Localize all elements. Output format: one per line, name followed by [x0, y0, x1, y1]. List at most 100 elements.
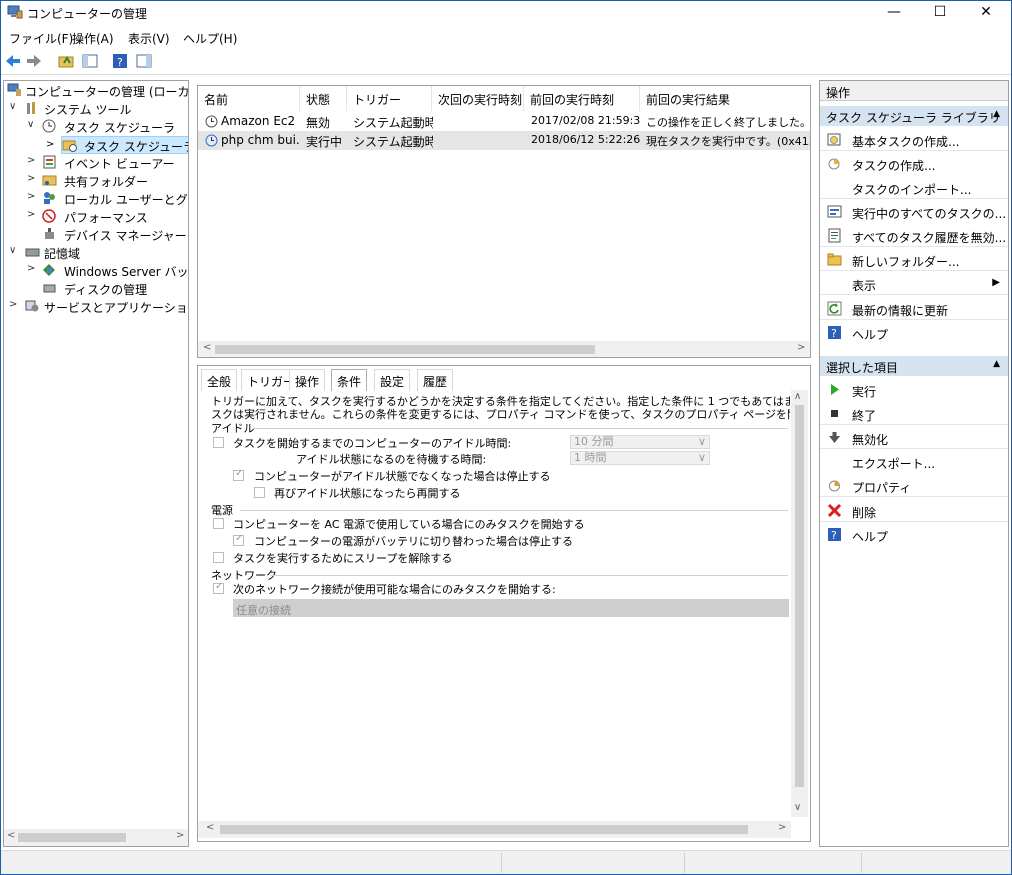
column-header-name[interactable]: 名前 — [198, 86, 300, 111]
action-import-task[interactable]: タスクのインポート... — [820, 177, 1008, 199]
action-help[interactable]: ? ヘルプ — [820, 322, 1008, 344]
tab-history[interactable]: 履歴 — [417, 369, 454, 391]
power-wake-label: タスクを実行するためにスリープを解除する — [233, 552, 453, 565]
tree-item-storage[interactable]: ∨ 記憶域 — [4, 244, 188, 262]
scrollbar-thumb[interactable] — [18, 833, 126, 842]
tab-general[interactable]: 全般 — [201, 369, 238, 391]
forward-arrow-icon[interactable] — [25, 52, 43, 70]
submenu-arrow-icon: ▶ — [992, 277, 1000, 288]
tree-horizontal-scrollbar[interactable]: < > — [4, 829, 188, 846]
tree-item-device-manager[interactable]: デバイス マネージャー — [4, 226, 188, 244]
tree-item-system-tools[interactable]: ∨ システム ツール — [4, 100, 188, 118]
tab-conditions[interactable]: 条件 — [331, 369, 368, 391]
section-header-selected-item[interactable]: 選択した項目 ▲ — [820, 356, 1008, 376]
collapse-caret-icon[interactable]: ▲ — [993, 359, 1000, 369]
action-end[interactable]: 終了 — [820, 403, 1008, 425]
column-header-last-result[interactable]: 前回の実行結果 — [640, 86, 810, 111]
column-header-status[interactable]: 状態 — [300, 86, 347, 111]
collapse-caret-icon[interactable]: ▲ — [993, 109, 1000, 119]
tree-item-label: タスク スケジューラ ライブラリ — [84, 140, 189, 154]
tree-item-local-users-groups[interactable]: > ローカル ユーザーとグループ — [4, 190, 188, 208]
scroll-down-icon[interactable]: ∨ — [794, 802, 801, 813]
action-run[interactable]: 実行 — [820, 379, 1008, 401]
tree-item-task-scheduler[interactable]: ∨ タスク スケジューラ — [4, 118, 188, 136]
action-create-basic-task[interactable]: 基本タスクの作成... — [820, 129, 1008, 151]
power-wake-checkbox[interactable] — [213, 552, 224, 563]
scroll-left-icon[interactable]: < — [203, 342, 211, 353]
expand-icon[interactable]: > — [27, 173, 37, 184]
task-list-horizontal-scrollbar[interactable]: < > — [198, 341, 810, 357]
table-row[interactable]: Amazon Ec2 ... 無効 システム起動時 2017/02/08 21:… — [198, 112, 810, 131]
table-row[interactable]: php chm bui... 実行中 システム起動時 2018/06/12 5:… — [198, 131, 810, 150]
idle-wait-duration-select[interactable]: 1 時間 ∨ — [570, 451, 710, 465]
idle-start-checkbox[interactable] — [213, 437, 224, 448]
tree-item-disk-management[interactable]: ディスクの管理 — [4, 280, 188, 298]
tab-actions[interactable]: 操作 — [289, 369, 326, 391]
expand-icon[interactable]: > — [46, 139, 54, 150]
action-show-running-tasks[interactable]: 実行中のすべてのタスクの... — [820, 201, 1008, 223]
idle-stop-checkbox[interactable] — [233, 468, 244, 481]
power-battery-checkbox[interactable] — [233, 533, 244, 546]
scroll-right-icon[interactable]: > — [797, 342, 805, 353]
column-header-next-run[interactable]: 次回の実行時刻 — [432, 86, 524, 111]
scroll-right-icon[interactable]: > — [778, 822, 786, 833]
collapse-icon[interactable]: ∨ — [9, 101, 19, 112]
menu-help[interactable]: ヘルプ(H) — [183, 30, 237, 47]
tree-item-shared-folders[interactable]: > 共有フォルダー — [4, 172, 188, 190]
tab-settings[interactable]: 設定 — [374, 369, 411, 391]
menu-file[interactable]: ファイル(F) — [9, 30, 73, 47]
clock-icon — [42, 119, 56, 133]
action-refresh[interactable]: 最新の情報に更新 — [820, 298, 1008, 320]
power-section-header: 電源 — [211, 504, 233, 517]
details-vertical-scrollbar[interactable]: ∧ ∨ — [791, 390, 808, 817]
action-disable-all-task-history[interactable]: すべてのタスク履歴を無効... — [820, 225, 1008, 247]
idle-start-duration-select[interactable]: 10 分間 ∨ — [570, 435, 710, 449]
network-only-checkbox[interactable] — [213, 581, 224, 594]
scrollbar-thumb[interactable] — [215, 345, 595, 354]
scroll-left-icon[interactable]: < — [7, 830, 15, 841]
expand-icon[interactable]: > — [27, 191, 37, 202]
scroll-left-icon[interactable]: < — [206, 822, 214, 833]
scroll-right-icon[interactable]: > — [176, 830, 184, 841]
tree-item-performance[interactable]: > パフォーマンス — [4, 208, 188, 226]
collapse-icon[interactable]: ∨ — [9, 245, 19, 256]
action-new-folder[interactable]: 新しいフォルダー... — [820, 249, 1008, 271]
power-ac-checkbox[interactable] — [213, 518, 224, 529]
show-hide-action-pane-icon[interactable] — [135, 52, 153, 70]
action-properties[interactable]: プロパティ — [820, 475, 1008, 497]
action-help-selected[interactable]: ? ヘルプ — [820, 524, 1008, 546]
help-icon[interactable]: ? — [111, 52, 129, 70]
tree-item-windows-server-backup[interactable]: > Windows Server バックアップ — [4, 262, 188, 280]
tree-item-computer-management[interactable]: コンピューターの管理 (ローカル) — [4, 82, 188, 100]
show-hide-tree-icon[interactable] — [81, 52, 99, 70]
scrollbar-thumb[interactable] — [795, 405, 804, 787]
idle-restart-checkbox[interactable] — [254, 487, 265, 498]
action-delete[interactable]: 削除 — [820, 500, 1008, 522]
column-header-last-run[interactable]: 前回の実行時刻 — [524, 86, 640, 111]
back-arrow-icon[interactable] — [4, 52, 22, 70]
up-folder-icon[interactable] — [57, 52, 75, 70]
close-button[interactable]: ✕ — [963, 1, 1009, 23]
collapse-icon[interactable]: ∨ — [27, 119, 37, 130]
menu-view[interactable]: 表示(V) — [128, 30, 170, 47]
tree-item-services-applications[interactable]: > サービスとアプリケーション — [4, 298, 188, 316]
tree-item-task-scheduler-library[interactable]: タスク スケジューラ ライブラリ — [61, 136, 189, 154]
minimize-button[interactable]: — — [871, 1, 917, 23]
details-horizontal-scrollbar[interactable]: < > — [198, 821, 791, 838]
menu-action[interactable]: 操作(A) — [72, 30, 114, 47]
action-disable[interactable]: 無効化 — [820, 427, 1008, 449]
expand-icon[interactable]: > — [27, 209, 37, 220]
section-header-task-library[interactable]: タスク スケジューラ ライブラリ ▲ — [820, 106, 1008, 126]
scrollbar-thumb[interactable] — [220, 825, 748, 834]
action-export[interactable]: エクスポート... — [820, 451, 1008, 473]
expand-icon[interactable]: > — [27, 263, 37, 274]
action-view[interactable]: 表示 ▶ — [820, 273, 1008, 295]
tree-item-event-viewer[interactable]: > イベント ビューアー — [4, 154, 188, 172]
column-header-trigger[interactable]: トリガー — [347, 86, 432, 111]
expand-icon[interactable]: > — [27, 155, 37, 166]
network-connection-select[interactable]: 任意の接続 — [233, 599, 789, 617]
scroll-up-icon[interactable]: ∧ — [794, 391, 801, 402]
maximize-button[interactable]: ☐ — [917, 1, 963, 23]
action-create-task[interactable]: タスクの作成... — [820, 153, 1008, 175]
expand-icon[interactable]: > — [9, 299, 19, 310]
